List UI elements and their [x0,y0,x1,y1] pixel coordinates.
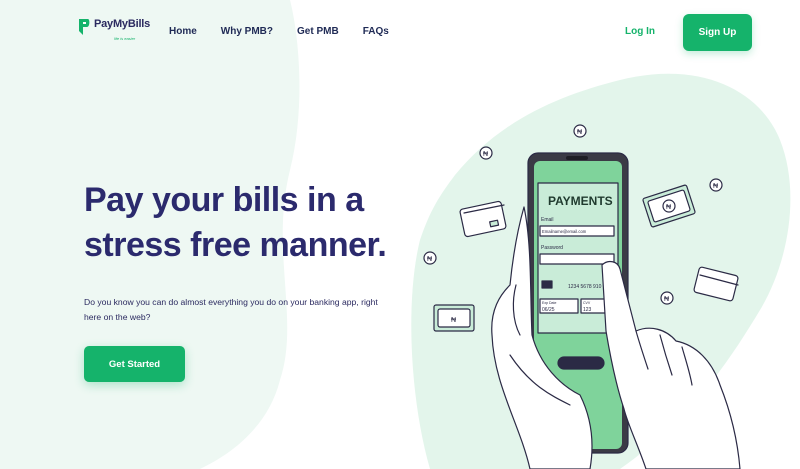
svg-text:₦: ₦ [666,204,671,211]
naira-coin-icon: ₦ [709,178,723,192]
hero-title: Pay your bills in a stress free manner. [84,181,387,264]
get-started-button[interactable]: Get Started [84,346,185,382]
nav-item-get-pmb[interactable]: Get PMB [297,26,339,37]
main-nav: Home Why PMB? Get PMB FAQs [169,26,413,37]
naira-coin-icon: ₦ [573,124,587,138]
brand-logo[interactable]: PayMyBills life is easier [78,18,151,41]
expiry-value: 06/25 [542,307,555,313]
credit-card-icon [693,266,739,302]
brand-name: PayMyBills [94,18,151,30]
card-number: 1234 5678 910 [568,284,602,290]
naira-coin-icon: ₦ [423,251,437,265]
cvv-value: 123 [583,307,592,313]
banknote-icon: ₦ [433,304,475,332]
email-label: Email [541,217,554,223]
svg-text:₦: ₦ [664,296,669,303]
credit-card-icon [459,200,507,238]
nav-item-home[interactable]: Home [169,26,197,37]
payment-illustration: ₦ ₦ ₦ ₦ ₦ ₦ ₦ PAYMENTS Email Emailname@e… [423,124,741,469]
svg-text:₦: ₦ [577,129,582,136]
naira-coin-icon: ₦ [479,146,493,160]
email-placeholder: Emailname@email.com [542,229,587,234]
hero-subtitle: Do you know you can do almost everything… [84,297,378,322]
svg-text:₦: ₦ [713,183,718,190]
paymybills-logo-icon [79,19,90,35]
screen-title: PAYMENTS [548,194,613,208]
password-label: Password [541,245,563,251]
cvv-label: CVV [583,301,591,305]
svg-text:₦: ₦ [451,317,456,324]
signup-button[interactable]: Sign Up [683,14,752,51]
login-link[interactable]: Log In [625,26,655,37]
svg-text:₦: ₦ [427,256,432,263]
naira-coin-icon: ₦ [660,291,674,305]
brand-tagline: life is easier [114,36,136,41]
banknote-icon: ₦ [642,184,696,228]
nav-item-faqs[interactable]: FAQs [363,26,389,37]
nav-item-why-pmb[interactable]: Why PMB? [221,26,273,37]
svg-text:₦: ₦ [483,151,488,158]
site-header: PayMyBills life is easier Home Why PMB? … [0,0,800,64]
expiry-label: Exp Date [542,301,556,305]
